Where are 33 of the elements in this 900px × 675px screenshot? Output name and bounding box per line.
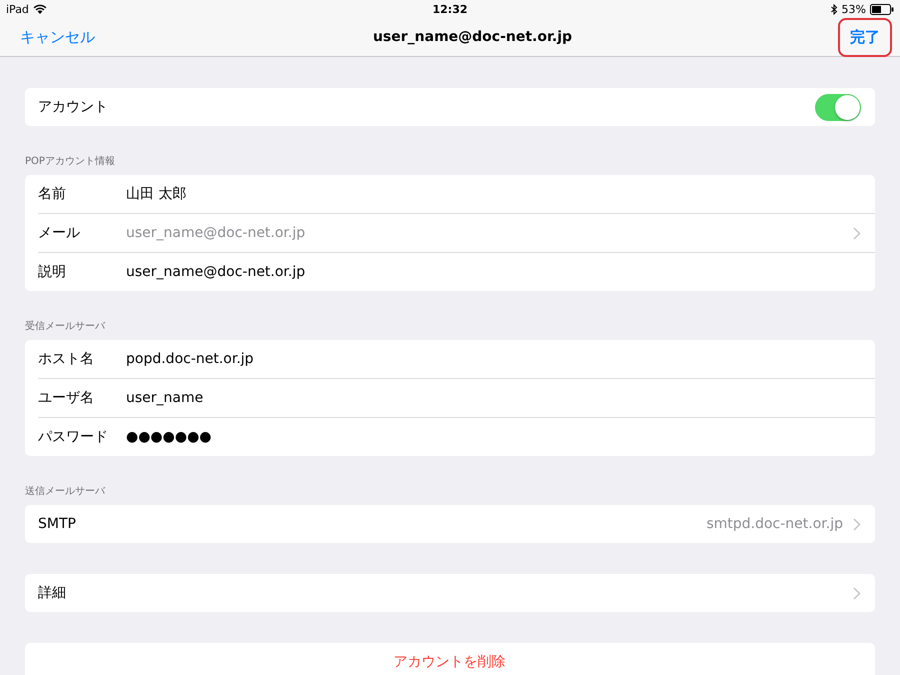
battery-icon xyxy=(870,4,894,14)
row-label: メール xyxy=(38,224,81,242)
wifi-icon xyxy=(32,4,47,14)
row-label: ホスト名 xyxy=(38,350,95,368)
settings-row[interactable]: SMTP smtpd.doc-net.or.jp xyxy=(38,505,875,543)
row-label: アカウント xyxy=(38,98,109,116)
row-label: 詳細 xyxy=(38,584,67,602)
bluetooth-icon xyxy=(830,4,838,14)
cancel-button[interactable]: キャンセル xyxy=(8,20,107,54)
settings-row[interactable]: 詳細 xyxy=(38,574,875,612)
chevron-icon xyxy=(853,586,861,600)
field-value[interactable]: user_name xyxy=(126,390,861,406)
row-detail: smtpd.doc-net.or.jp xyxy=(706,516,843,532)
row-label: 名前 xyxy=(38,185,67,203)
row-label: 説明 xyxy=(38,263,67,281)
section-header: 受信メールサーバ xyxy=(25,320,106,334)
row-label: パスワード xyxy=(38,428,109,446)
device-name: iPad xyxy=(6,2,29,16)
row-label: SMTP xyxy=(38,516,77,532)
section-header: 送信メールサーバ xyxy=(25,485,106,499)
field-value[interactable]: user_name@doc-net.or.jp xyxy=(126,264,861,280)
delete-account-button[interactable]: アカウントを削除 xyxy=(390,649,510,675)
battery-percent: 53% xyxy=(842,2,866,16)
field-value[interactable]: popd.doc-net.or.jp xyxy=(126,351,861,367)
field-value[interactable]: 山田 太郎 xyxy=(126,185,861,203)
clock-time: 12:32 xyxy=(432,2,468,16)
toggle-switch[interactable] xyxy=(815,94,861,120)
field-value[interactable]: ●●●●●●● xyxy=(126,429,861,445)
row-label: ユーザ名 xyxy=(38,389,95,407)
window-title: user_name@doc-net.or.jp xyxy=(372,29,572,45)
done-button[interactable]: 完了 xyxy=(838,18,892,56)
chevron-icon xyxy=(853,518,861,530)
section-header: POPアカウント情報 xyxy=(25,154,116,169)
